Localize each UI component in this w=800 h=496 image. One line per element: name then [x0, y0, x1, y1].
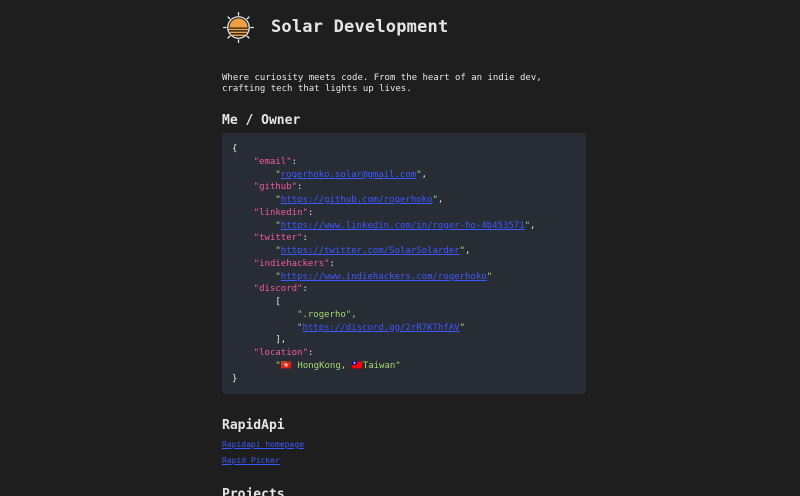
code-discord-link-line: "https://discord.gg/2rR7KThfAV"	[297, 322, 466, 333]
main-container: Solar Development Where curiosity meets …	[222, 0, 586, 496]
code-email-value-line: "rogerhoko.solar@gmail.com",	[275, 169, 428, 180]
sun-logo-icon[interactable]	[222, 11, 255, 44]
owner-code-block: { "email": "rogerhoko.solar@gmail.com", …	[222, 133, 586, 394]
code-github-value-line: "https://github.com/rogerhoko",	[275, 195, 444, 205]
linkedin-link[interactable]: https://www.linkedin.com/in/roger-ho-4b4…	[281, 221, 525, 231]
discord-username: ".rogerho",	[297, 309, 357, 320]
code-twitter-value-line: "https://twitter.com/SolarSolarder",	[275, 246, 471, 256]
site-header: Solar Development	[222, 0, 586, 54]
rapidapi-links: Rapidapi homepage Rapid Picker	[222, 437, 586, 469]
intro-text: Where curiosity meets code. From the hea…	[222, 73, 542, 94]
code-discord-key-line: "discord":	[253, 284, 308, 295]
code-discord-close-line: ],	[275, 335, 287, 346]
location-value: "🇭🇰 HongKong, 🇹🇼Taiwan"	[275, 360, 401, 371]
discord-key: "discord"	[253, 284, 303, 295]
rapid-picker-link[interactable]: Rapid Picker	[222, 453, 586, 469]
email-key: "email"	[253, 156, 292, 167]
owner-section-title: Me / Owner	[222, 113, 301, 128]
email-link[interactable]: rogerhoko.solar@gmail.com	[281, 170, 416, 180]
twitter-key: "twitter"	[253, 233, 303, 244]
rapidapi-section-title: RapidApi	[222, 418, 285, 433]
twitter-link[interactable]: https://twitter.com/SolarSolarder	[281, 246, 460, 256]
linkedin-key: "linkedin"	[253, 207, 308, 218]
code-discord-open-line: [	[275, 297, 281, 307]
code-indiehackers-value-line: "https://www.indiehackers.com/rogerhoko"	[275, 271, 493, 282]
indiehackers-link[interactable]: https://www.indiehackers.com/rogerhoko	[281, 272, 487, 282]
code-indiehackers-key-line: "indiehackers":	[253, 258, 335, 269]
code-location-value-line: "🇭🇰 HongKong, 🇹🇼Taiwan"	[232, 360, 576, 373]
code-close-brace: }	[232, 373, 238, 384]
location-key: "location"	[253, 348, 308, 358]
site-title: Solar Development	[271, 17, 449, 37]
code-linkedin-value-line: "https://www.linkedin.com/in/roger-ho-4b…	[275, 220, 536, 231]
projects-section-title: Projects	[222, 487, 285, 496]
github-link[interactable]: https://github.com/rogerhoko	[281, 195, 433, 205]
page: Solar Development Where curiosity meets …	[0, 0, 800, 496]
code-open-brace: {	[232, 144, 238, 154]
code-discord-user-line: ".rogerho",	[232, 309, 576, 322]
code-twitter-key-line: "twitter":	[253, 233, 308, 244]
rapidapi-homepage-link[interactable]: Rapidapi homepage	[222, 437, 586, 453]
code-linkedin-key-line: "linkedin":	[253, 207, 314, 218]
code-email-key-line: "email":	[253, 156, 298, 167]
discord-link[interactable]: https://discord.gg/2rR7KThfAV	[302, 323, 459, 333]
indiehackers-key: "indiehackers"	[253, 258, 330, 269]
github-key: "github"	[253, 182, 298, 193]
code-github-key-line: "github":	[253, 182, 303, 193]
code-location-key-line: "location":	[253, 348, 314, 358]
